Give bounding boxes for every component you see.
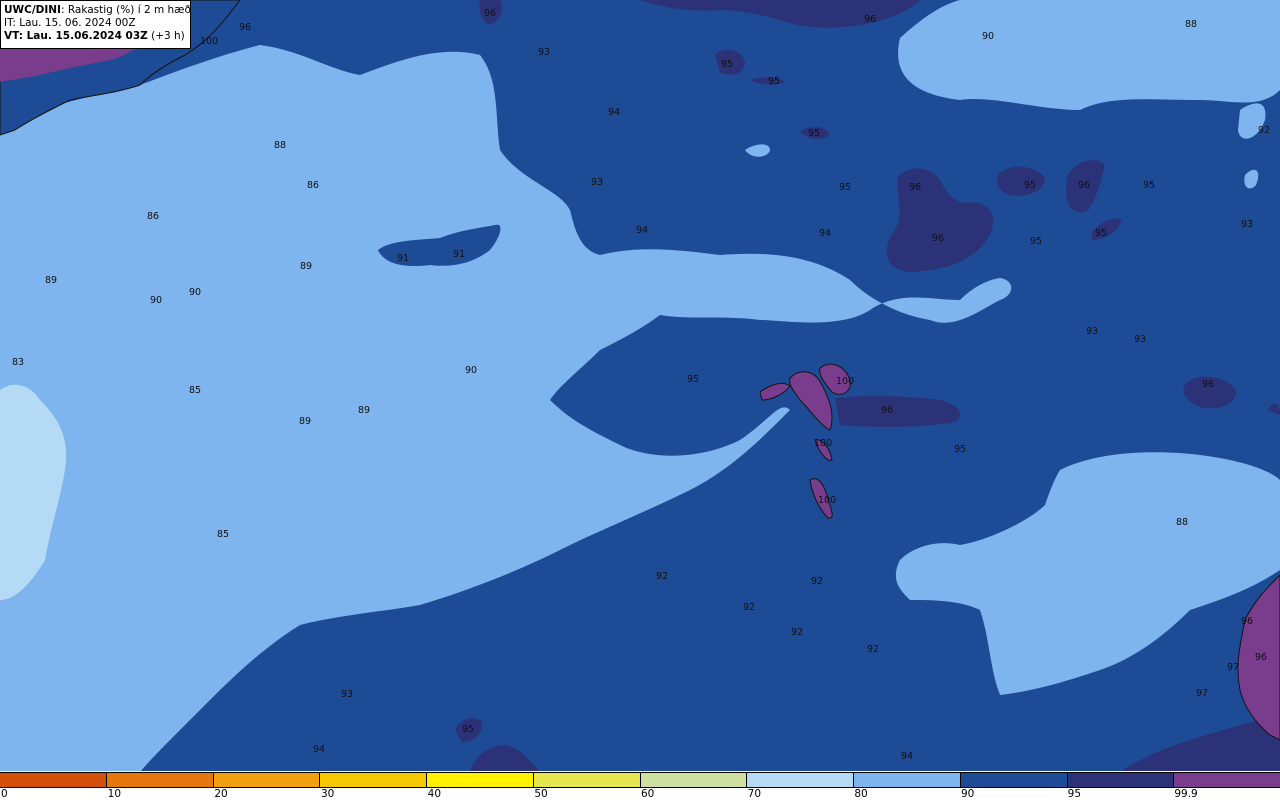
contour-label: 96: [484, 8, 497, 19]
contour-label: 92: [811, 576, 824, 587]
contour-label: 86: [307, 180, 320, 191]
legend-swatch: [427, 773, 534, 787]
contour-label: 100: [836, 376, 855, 387]
contour-label: 95: [1024, 180, 1037, 191]
legend-tick-label: 99.9: [1174, 788, 1198, 800]
contour-label: 96: [881, 405, 894, 416]
contour-label: 95: [839, 182, 852, 193]
contour-label: 90: [150, 295, 163, 306]
contour-label: 92: [791, 627, 804, 638]
contour-label: 96: [1202, 379, 1215, 390]
legend-swatch: [106, 773, 214, 787]
init-time: IT: Lau. 15. 06. 2024 00Z: [4, 17, 136, 29]
legend-swatch: [747, 773, 854, 787]
legend-tick-label: 30: [321, 788, 335, 800]
contour-label: 96: [909, 182, 922, 193]
legend-swatch: [0, 773, 107, 787]
contour-label: 85: [217, 529, 230, 540]
contour-label: 88: [1176, 517, 1189, 528]
contour-label: 96: [1255, 652, 1268, 663]
contour-label: 86: [147, 211, 160, 222]
contour-label: 96: [1241, 616, 1254, 627]
legend-tick-label: 50: [534, 788, 548, 800]
legend-bar: [0, 772, 1280, 788]
contour-label: 93: [1241, 219, 1254, 230]
contour-label: 95: [768, 76, 781, 87]
legend-tick-label: 10: [107, 788, 122, 800]
contour-label: 92: [1258, 125, 1271, 136]
valid-time: VT: Lau. 15.06.2024 03Z: [4, 30, 148, 42]
contour-label: 97: [1227, 662, 1240, 673]
contour-label: 90: [189, 287, 202, 298]
legend-tick-label: 90: [961, 788, 975, 800]
contour-label: 100: [200, 36, 219, 47]
contour-label: 95: [954, 444, 967, 455]
contour-label: 95: [808, 128, 821, 139]
contour-label: 95: [1143, 180, 1156, 191]
contour-label: 90: [982, 31, 995, 42]
contour-label: 94: [636, 225, 649, 236]
contour-label: 92: [867, 644, 880, 655]
contour-label: 94: [313, 744, 326, 755]
contour-label: 91: [453, 249, 466, 260]
legend-tick-label: 40: [427, 788, 442, 800]
model-name: UWC/DINI: [4, 4, 61, 16]
legend-tick-label: 60: [641, 788, 655, 800]
legend-tick-label: 95: [1067, 788, 1082, 800]
contour-label: 88: [274, 140, 287, 151]
legend-tick-label: 0: [1, 788, 8, 800]
contour-label: 93: [1086, 326, 1099, 337]
contour-label: 100: [814, 438, 833, 449]
color-legend: 0 10 20 30 40 50 60 70 80 90 95 99.9: [0, 771, 1280, 802]
contour-label: 91: [397, 253, 410, 264]
contour-label: 94: [901, 751, 914, 762]
contour-80-90-northeast: [898, 0, 1280, 110]
contour-label: 92: [743, 602, 756, 613]
legend-swatch: [1067, 773, 1175, 787]
contour-label: 94: [819, 228, 832, 239]
contour-label: 88: [1185, 19, 1198, 30]
variable-name: : Rakastig (%) í 2 m hæð: [60, 4, 191, 16]
legend-tick-label: 80: [854, 788, 868, 800]
contour-label: 96: [864, 14, 877, 25]
legend-swatch: [960, 773, 1068, 787]
map-info-box: UWC/DINI: Rakastig (%) í 2 m hæð IT: Lau…: [0, 0, 191, 49]
contour-95-faroe: [835, 395, 960, 427]
contour-label: 93: [591, 177, 604, 188]
contour-label: 92: [656, 571, 669, 582]
contour-label: 95: [1095, 228, 1108, 239]
contour-label: 95: [462, 724, 475, 735]
contour-label: 95: [687, 374, 700, 385]
contour-label: 85: [189, 385, 202, 396]
legend-tick-label: 20: [214, 788, 228, 800]
legend-swatch: [854, 773, 961, 787]
contour-label: 93: [1134, 334, 1147, 345]
contour-label: 96: [932, 233, 945, 244]
contour-label: 94: [608, 107, 621, 118]
legend-swatch: [640, 773, 748, 787]
contour-label: 100: [818, 495, 837, 506]
contour-label: 97: [1196, 688, 1209, 699]
contour-label: 89: [299, 416, 312, 427]
contour-label: 90: [465, 365, 478, 376]
contour-label: 89: [358, 405, 371, 416]
legend-swatch: [533, 773, 641, 787]
legend-swatch: [320, 773, 427, 787]
contour-label: 93: [341, 689, 354, 700]
legend-swatch: [1174, 773, 1280, 787]
legend-tick-label: 70: [747, 788, 762, 800]
legend-swatch: [213, 773, 321, 787]
lead-time: (+3 h): [147, 30, 185, 42]
contour-label: 83: [12, 357, 25, 368]
contour-label: 96: [1078, 180, 1091, 191]
contour-label: 89: [300, 261, 313, 272]
contour-label: 93: [538, 47, 551, 58]
contour-label: 95: [1030, 236, 1043, 247]
contour-label: 95: [721, 59, 734, 70]
contour-label: 89: [45, 275, 58, 286]
contour-label: 96: [239, 22, 252, 33]
